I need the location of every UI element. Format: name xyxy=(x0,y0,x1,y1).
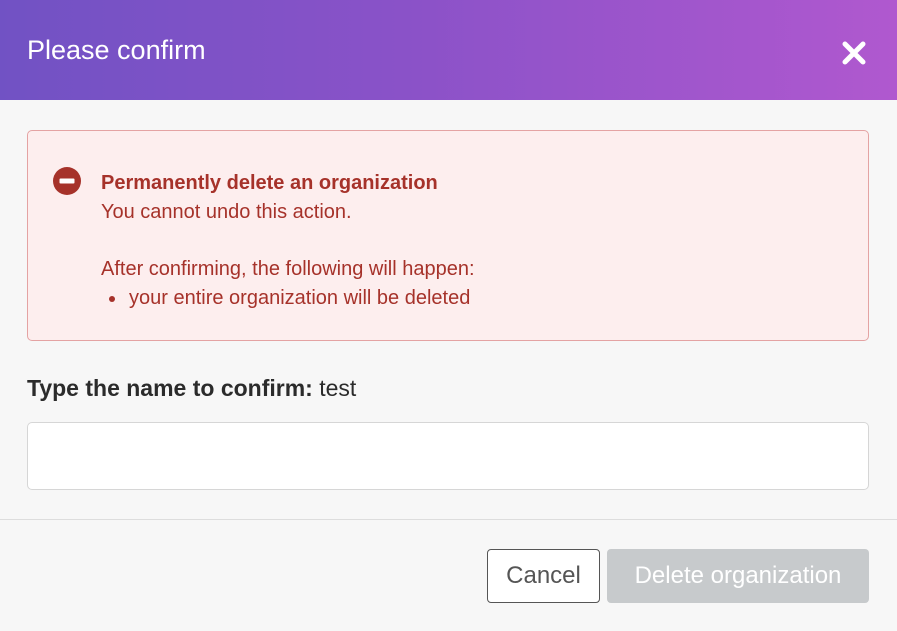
danger-alert: Permanently delete an organization You c… xyxy=(27,130,869,341)
confirm-label-text: Type the name to confirm: xyxy=(27,375,313,401)
confirm-dialog: Please confirm Permanently delete an org… xyxy=(0,0,897,631)
alert-consequences-intro: After confirming, the following will hap… xyxy=(101,258,475,280)
alert-subheading: You cannot undo this action. xyxy=(101,201,352,223)
cancel-button[interactable]: Cancel xyxy=(487,549,600,603)
confirm-name-input[interactable] xyxy=(27,422,869,490)
confirm-target-name: test xyxy=(319,375,357,401)
list-item: your entire organization will be deleted xyxy=(101,284,475,313)
close-button[interactable] xyxy=(838,37,870,69)
delete-organization-button[interactable]: Delete organization xyxy=(607,549,869,603)
confirm-label: Type the name to confirm: test xyxy=(27,373,356,403)
alert-heading: Permanently delete an organization xyxy=(101,172,438,194)
footer-divider xyxy=(0,519,897,520)
close-icon xyxy=(842,41,866,65)
consequences-list: your entire organization will be deleted xyxy=(101,284,475,313)
dialog-header: Please confirm xyxy=(0,0,897,100)
alert-body: Permanently delete an organization You c… xyxy=(101,169,475,313)
dialog-title: Please confirm xyxy=(27,35,206,65)
minus-circle-icon xyxy=(53,167,81,195)
